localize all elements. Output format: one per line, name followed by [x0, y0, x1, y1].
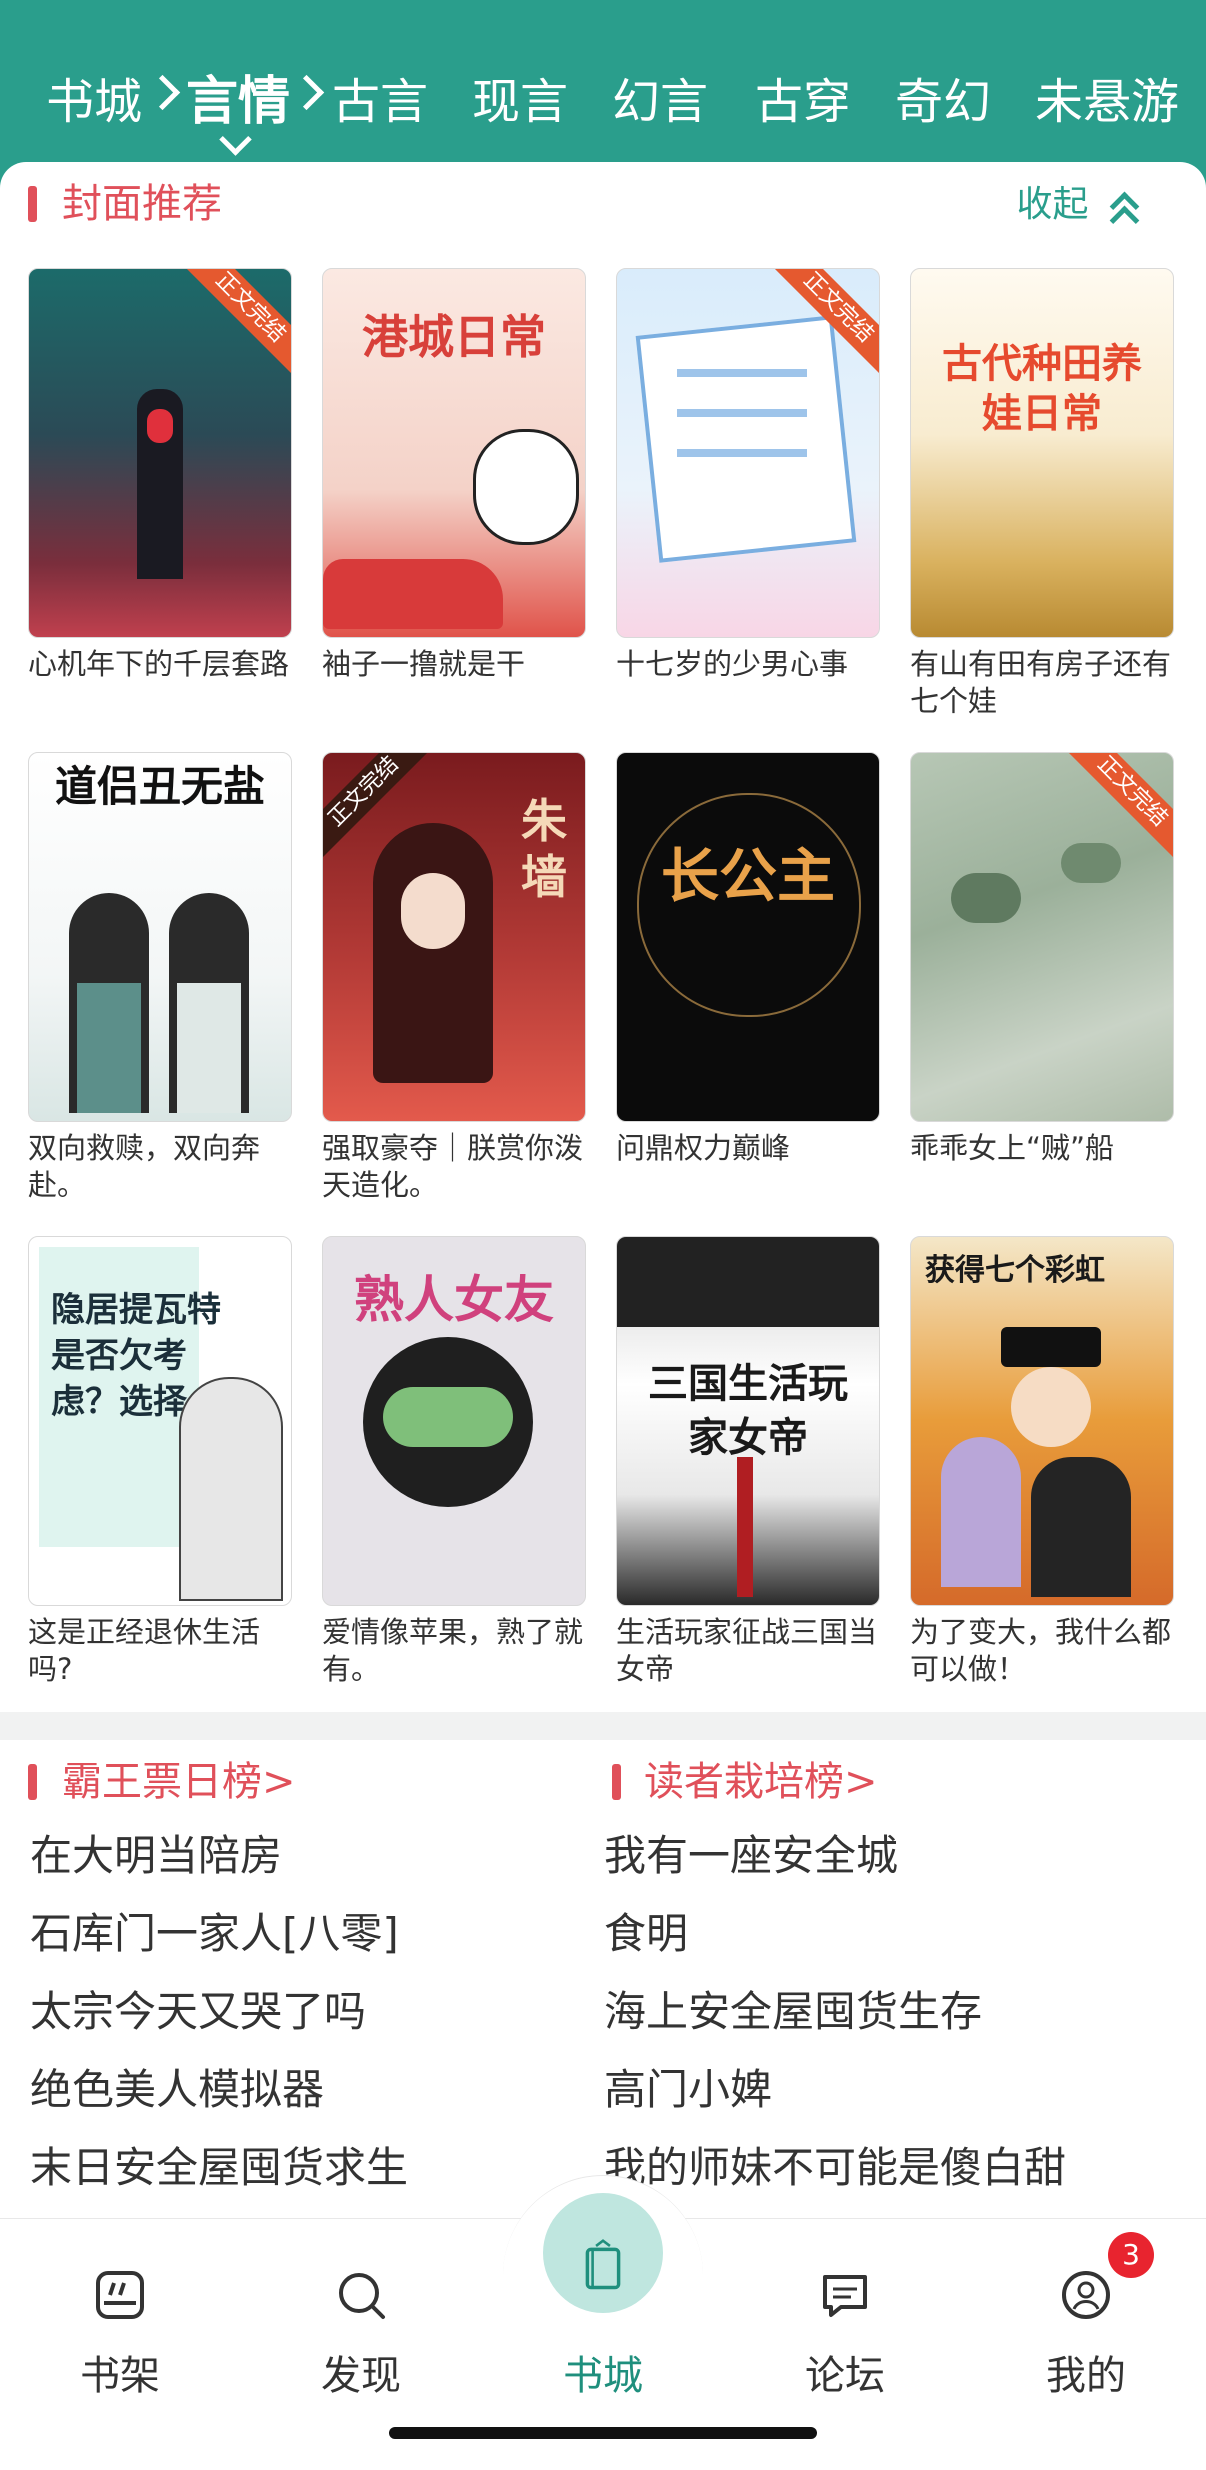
ranking-item[interactable]: 末日安全屋囤货求生: [30, 2140, 408, 2196]
cover-text: 道侣丑无盐: [54, 762, 265, 811]
ranking-item[interactable]: 石库门一家人[八零]: [30, 1906, 399, 1962]
finished-badge: 正文完结: [1066, 753, 1173, 858]
cover-text: 三国生活玩家女帝: [648, 1361, 848, 1461]
category-tab-guyan[interactable]: 古言: [332, 62, 428, 142]
nav-label: 我的: [1046, 2353, 1126, 2399]
book-title: 十七岁的少男心事: [616, 647, 849, 681]
collapse-button[interactable]: 收起: [1016, 180, 1146, 236]
book-cover[interactable]: 正文完结: [910, 752, 1174, 1122]
ranking-item[interactable]: 我有一座安全城: [604, 1828, 898, 1884]
chevron-right-icon: [144, 74, 181, 111]
cover-text: 古代种田养娃日常: [942, 341, 1142, 437]
notification-badge: 3: [1108, 2232, 1154, 2278]
book-cover[interactable]: 正文完结: [616, 268, 880, 638]
ranking-item[interactable]: 太宗今天又哭了吗: [30, 1984, 366, 2040]
ranking-title-right[interactable]: 读者栽培榜>: [644, 1756, 878, 1808]
book-title: 为了变大，我什么都可以做！: [910, 1615, 1172, 1686]
book-cover[interactable]: 港城日常: [322, 268, 586, 638]
category-tab-weixuanyou[interactable]: 未悬游: [1035, 62, 1179, 142]
ranking-title-left[interactable]: 霸王票日榜>: [62, 1756, 296, 1808]
bookshelf-icon: [96, 2271, 144, 2319]
category-tab-qihuan[interactable]: 奇幻: [895, 62, 991, 142]
category-tab-guchuan[interactable]: 古穿: [755, 62, 851, 142]
book-title: 有山有田有房子还有七个娃: [910, 647, 1172, 718]
ranking-item[interactable]: 食明: [604, 1906, 688, 1962]
ranking-item[interactable]: 在大明当陪房: [30, 1828, 282, 1884]
home-indicator: [389, 2427, 817, 2439]
book-cover[interactable]: 朱墙 正文完结: [322, 752, 586, 1122]
nav-item-profile[interactable]: 我的: [986, 2249, 1186, 2419]
book-title: 强取豪夺｜朕赏你泼天造化。: [322, 1131, 584, 1202]
book-cover[interactable]: 隐居提瓦特是否欠考虑？选择: [28, 1236, 292, 1606]
cover-text: 长公主: [660, 842, 835, 910]
chat-icon: [823, 2275, 867, 2317]
book-cover[interactable]: 获得七个彩虹: [910, 1236, 1174, 1606]
cover-text: 熟人女友: [354, 1271, 554, 1329]
nav-label-active: 书城: [563, 2353, 643, 2399]
collapse-label: 收起: [1016, 184, 1089, 225]
category-tab-huanyan[interactable]: 幻言: [612, 62, 708, 142]
category-tab-shucheng[interactable]: 书城: [46, 62, 142, 142]
book-cover[interactable]: 三国生活玩家女帝: [616, 1236, 880, 1606]
cover-text: 港城日常: [362, 310, 546, 364]
nav-item-discover[interactable]: 发现: [261, 2249, 461, 2419]
chevron-right-icon: [288, 74, 325, 111]
ranking-item[interactable]: 海上安全屋囤货生存: [604, 1984, 982, 2040]
book-title: 乖乖女上“贼”船: [910, 1131, 1115, 1165]
book-title: 问鼎权力巅峰: [616, 1131, 791, 1165]
user-icon: [1062, 2271, 1110, 2319]
ranking-item[interactable]: 我的师妹不可能是傻白甜: [604, 2140, 1066, 2196]
nav-item-bookshelf[interactable]: 书架: [20, 2249, 220, 2419]
double-chevron-up-icon: [1100, 186, 1146, 236]
nav-item-forum[interactable]: 论坛: [745, 2249, 945, 2419]
book-title: 爱情像苹果，熟了就有。: [322, 1615, 584, 1686]
cover-text: 获得七个彩虹: [925, 1253, 1105, 1288]
finished-badge: 正文完结: [184, 269, 291, 374]
book-title: 生活玩家征战三国当女帝: [616, 1615, 878, 1686]
book-title: 心机年下的千层套路: [28, 647, 290, 681]
category-nav: 书城 言情 古言 现言 幻言 古穿 奇幻 未悬游: [0, 62, 1206, 142]
book-cover[interactable]: 长公主: [616, 752, 880, 1122]
book-title: 双向救赎，双向奔赴。: [28, 1131, 261, 1202]
book-cover[interactable]: 正文完结: [28, 268, 292, 638]
section-marker: [612, 1764, 621, 1800]
nav-label: 论坛: [805, 2353, 885, 2399]
nav-label: 书架: [80, 2353, 160, 2399]
book-icon: [585, 2239, 621, 2290]
ranking-item[interactable]: 绝色美人模拟器: [30, 2062, 324, 2118]
book-cover[interactable]: 道侣丑无盐: [28, 752, 292, 1122]
book-title: 袖子一撸就是干: [322, 647, 526, 681]
search-icon: [339, 2273, 385, 2319]
book-title: 这是正经退休生活吗?: [28, 1615, 261, 1686]
category-tab-xianyan[interactable]: 现言: [472, 62, 568, 142]
nav-label: 发现: [321, 2353, 401, 2399]
ranking-item[interactable]: 高门小婢: [604, 2062, 772, 2118]
section-marker: [28, 1764, 37, 1800]
section-title-cover: 封面推荐: [62, 181, 222, 227]
section-marker: [28, 186, 37, 222]
book-cover[interactable]: 熟人女友: [322, 1236, 586, 1606]
book-cover[interactable]: 古代种田养娃日常: [910, 268, 1174, 638]
cover-text: 朱墙: [521, 794, 567, 904]
nav-item-bookstore[interactable]: 书城: [503, 2239, 703, 2419]
